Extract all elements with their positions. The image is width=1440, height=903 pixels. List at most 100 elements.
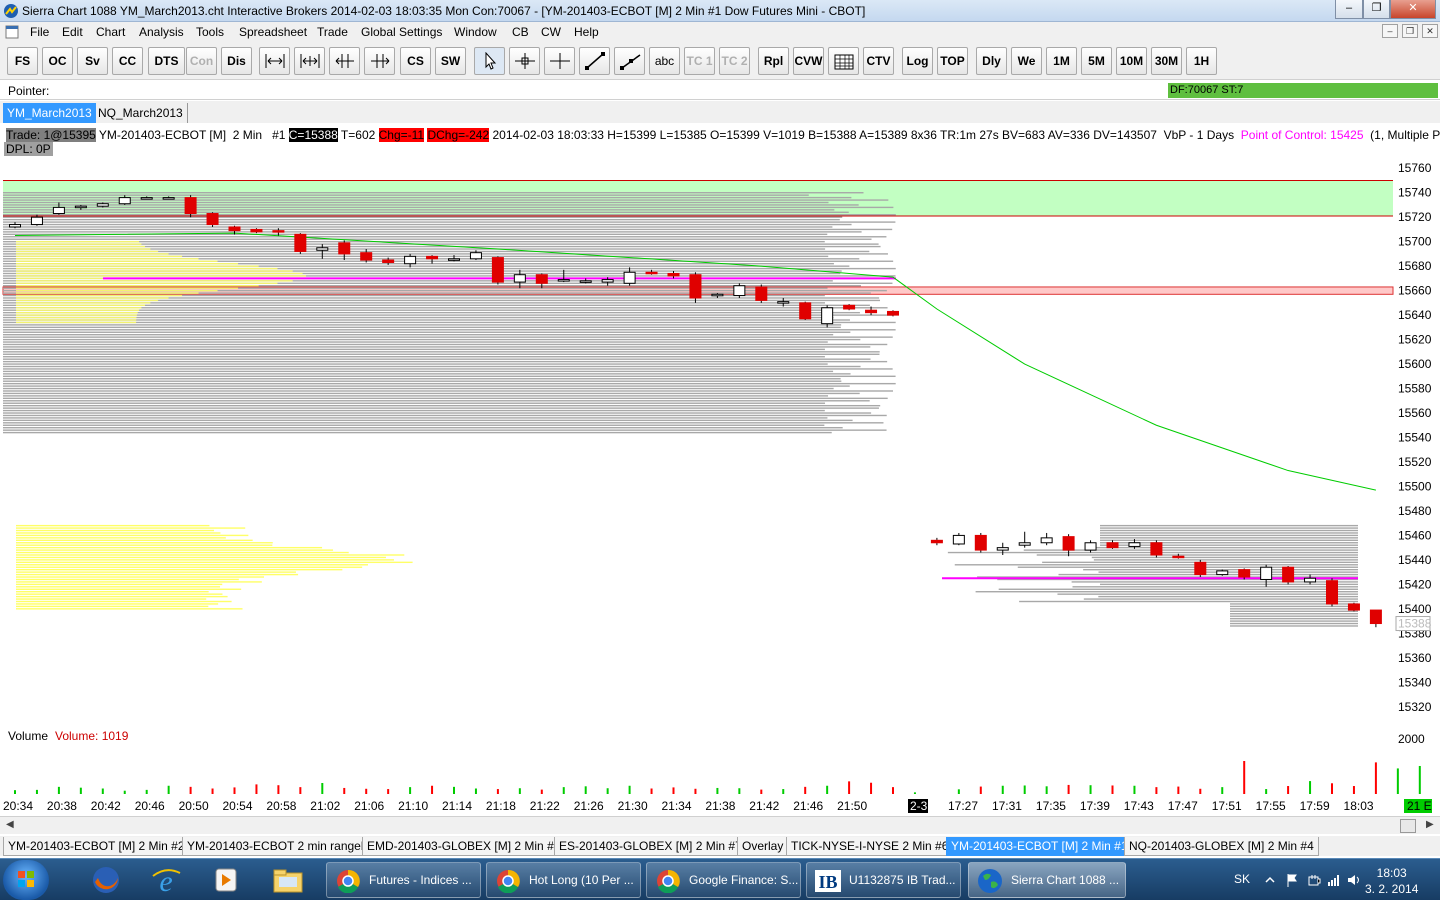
menu-chart[interactable]: Chart — [96, 25, 125, 39]
chartbook-tab-ym[interactable]: YM_March2013 — [3, 103, 96, 123]
line-tool-button[interactable] — [579, 47, 610, 75]
start-button[interactable] — [3, 860, 49, 900]
dis-button[interactable]: Dis — [221, 47, 252, 75]
chart-window-tab[interactable]: Overlay — [737, 837, 789, 856]
sw-button[interactable]: SW — [435, 47, 466, 75]
1m-button[interactable]: 1M — [1046, 47, 1077, 75]
volume-profile-bar — [3, 218, 840, 221]
oc-button[interactable]: OC — [42, 47, 73, 75]
candle-body — [1260, 566, 1273, 580]
chart-window-tab[interactable]: TICK-NYSE-I-NYSE 2 Min #6 — [786, 837, 954, 856]
candle-body — [448, 258, 460, 261]
menu-cb[interactable]: CB — [512, 25, 529, 39]
mdi-minimize-button[interactable]: – — [1382, 24, 1398, 38]
firefox-icon[interactable] — [80, 862, 132, 898]
chart-scale-center-button[interactable] — [294, 47, 325, 75]
menu-global-settings[interactable]: Global Settings — [361, 25, 442, 39]
weekly-button[interactable]: We — [1011, 47, 1042, 75]
rpl-button[interactable]: Rpl — [758, 47, 789, 75]
scroll-right-arrow-icon[interactable]: ▶ — [1426, 819, 1434, 830]
mdi-child-icon[interactable] — [5, 25, 19, 39]
file-explorer-icon[interactable] — [262, 862, 314, 898]
menu-tools[interactable]: Tools — [196, 25, 224, 39]
svg-text:IB: IB — [818, 872, 837, 892]
con-button[interactable]: Con — [186, 47, 217, 75]
dts-button[interactable]: DTS — [148, 47, 185, 75]
menu-help[interactable]: Help — [574, 25, 599, 39]
pointer-bar: Pointer: DF:70067 ST:7 — [0, 81, 1440, 100]
menu-cw[interactable]: CW — [541, 25, 561, 39]
chart-window-tab[interactable]: YM-201403-ECBOT [M] 2 Min #2 — [3, 837, 190, 856]
chart-scrollbar[interactable]: ◀ ▶ — [0, 816, 1440, 834]
chart-shift-left-button[interactable] — [329, 47, 360, 75]
sv-button[interactable]: Sv — [77, 47, 108, 75]
menu-window[interactable]: Window — [454, 25, 497, 39]
time-axis-label: 20:38 — [47, 799, 77, 813]
ray-tool-button[interactable] — [614, 47, 645, 75]
chartbook-tab-nq[interactable]: NQ_March2013 — [94, 103, 188, 123]
chart-window-tab-active[interactable]: YM-201403-ECBOT [M] 2 Min #1 — [946, 837, 1133, 856]
mdi-restore-button[interactable]: ❐ — [1402, 24, 1418, 38]
log-button[interactable]: Log — [902, 47, 933, 75]
restore-button[interactable]: ❐ — [1363, 0, 1390, 19]
minimize-button[interactable]: – — [1335, 0, 1363, 19]
chart-window-tab[interactable]: YM-201403-ECBOT 2 min rangebar — [182, 837, 384, 856]
chart-shift-right-button[interactable] — [364, 47, 395, 75]
volume-profile-bar — [1230, 603, 1358, 605]
action-center-flag-icon[interactable] — [1285, 873, 1299, 887]
volume-profile-bar — [3, 429, 887, 431]
show-hidden-icons-icon[interactable] — [1263, 873, 1277, 887]
scroll-thumb[interactable] — [1400, 819, 1416, 833]
tc2-button[interactable]: TC 2 — [719, 47, 750, 75]
fs-button[interactable]: FS — [7, 47, 38, 75]
taskbar-task[interactable]: Futures - Indices ... — [326, 862, 481, 898]
menu-spreadsheet[interactable]: Spreadsheet — [239, 25, 307, 39]
mdi-close-button[interactable]: ✕ — [1422, 24, 1438, 38]
tc1-button[interactable]: TC 1 — [684, 47, 715, 75]
media-player-icon[interactable] — [200, 862, 252, 898]
volume-icon[interactable] — [1347, 873, 1361, 887]
pointer-tool-button[interactable] — [474, 47, 505, 75]
daily-button[interactable]: Dly — [976, 47, 1007, 75]
5m-button[interactable]: 5M — [1081, 47, 1112, 75]
clock[interactable]: 18:03 3. 2. 2014 — [1365, 865, 1418, 897]
chart-window-tab[interactable]: NQ-201403-GLOBEX [M] 2 Min #4 — [1124, 837, 1319, 856]
menu-trade[interactable]: Trade — [317, 25, 348, 39]
taskbar-task[interactable]: Hot Long (10 Per ... — [486, 862, 641, 898]
ctv-button[interactable]: CTV — [863, 47, 894, 75]
menu-edit[interactable]: Edit — [62, 25, 83, 39]
1h-button[interactable]: 1H — [1186, 47, 1217, 75]
close-button[interactable]: ✕ — [1390, 0, 1436, 19]
top-button[interactable]: TOP — [937, 47, 968, 75]
crosshair-tool-button[interactable] — [509, 47, 540, 75]
candle-body — [52, 206, 65, 215]
chart-scale-left-button[interactable] — [259, 47, 290, 75]
grid-table-icon — [834, 54, 854, 70]
prior-volume-profile-bar — [16, 542, 273, 544]
time-axis-label: 17:35 — [1036, 799, 1066, 813]
30m-button[interactable]: 30M — [1151, 47, 1182, 75]
chart-window-tab[interactable]: EMD-201403-GLOBEX [M] 2 Min #5 — [362, 837, 566, 856]
price-chart[interactable]: 15760 15740 15720 15700 15680 15660 15640 15620… — [0, 123, 1440, 816]
cvw-button[interactable]: CVW — [793, 47, 824, 75]
taskbar-task[interactable]: Google Finance: S... — [646, 862, 801, 898]
cursor-tool-button[interactable] — [544, 47, 575, 75]
chart-area[interactable]: 15760 15740 15720 15700 15680 15660 15640 15620… — [0, 123, 1440, 816]
taskbar-task[interactable]: IB U1132875 IB Trad... — [806, 862, 961, 898]
cs-button[interactable]: CS — [400, 47, 431, 75]
trade-dom-button[interactable] — [828, 47, 859, 75]
cc-button[interactable]: CC — [112, 47, 143, 75]
taskbar-task-active[interactable]: Sierra Chart 1088 ... — [968, 862, 1126, 898]
chart-window-tab[interactable]: ES-201403-GLOBEX [M] 2 Min #7 — [554, 837, 747, 856]
10m-button[interactable]: 10M — [1116, 47, 1147, 75]
text-tool-button[interactable]: abc — [649, 47, 680, 75]
internet-explorer-icon[interactable]: e — [140, 862, 192, 898]
language-indicator[interactable]: SK — [1234, 872, 1250, 886]
menu-file[interactable]: File — [30, 25, 49, 39]
network-icon[interactable] — [1327, 873, 1341, 887]
prior-volume-profile-bar — [16, 272, 303, 275]
scroll-left-arrow-icon[interactable]: ◀ — [6, 819, 14, 830]
power-icon[interactable] — [1307, 873, 1321, 887]
volume-profile-bar — [954, 564, 1358, 566]
menu-analysis[interactable]: Analysis — [139, 25, 184, 39]
